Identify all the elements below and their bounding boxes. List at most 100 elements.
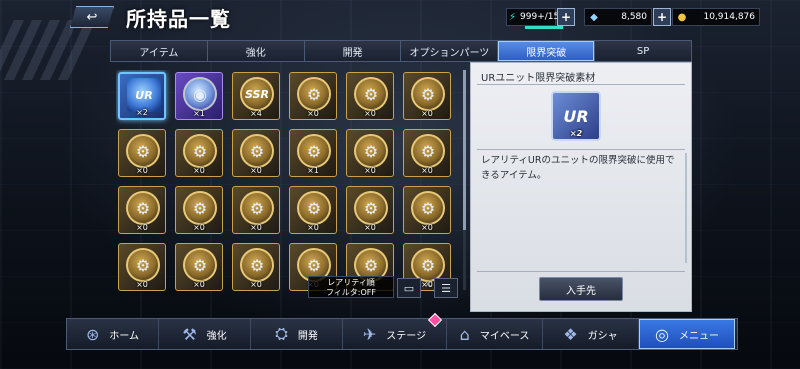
item-slot[interactable]: ⚙×0 [346, 129, 394, 177]
item-emblem-icon: SSR [240, 77, 274, 111]
item-slot[interactable]: ⚙×0 [175, 129, 223, 177]
nav-label: 開発 [297, 330, 318, 342]
item-emblem-icon: ⚙ [183, 191, 217, 225]
tab-develop[interactable]: 開発 [305, 41, 402, 61]
card-view-icon: ▭ [403, 281, 415, 295]
item-emblem-icon: ⚙ [126, 191, 160, 225]
item-emblem-icon: ⚙ [126, 248, 160, 282]
nav-home[interactable]: ⊛ ホーム [67, 319, 159, 349]
nav-develop[interactable]: ⛭ 開発 [251, 319, 343, 349]
item-slot[interactable]: ⚙×0 [232, 243, 280, 291]
item-count: ×0 [307, 109, 319, 118]
item-slot[interactable]: ⚙×0 [232, 129, 280, 177]
nav-stage[interactable]: ✈ ステージ [343, 312, 447, 349]
item-emblem-icon: ⚙ [354, 191, 388, 225]
nav-enhance[interactable]: ⚒ 強化 [159, 319, 251, 349]
item-slot[interactable]: UR ×2 [118, 72, 166, 120]
item-slot[interactable]: ⚙×0 [175, 186, 223, 234]
ur-icon-text: UR [563, 106, 589, 126]
tab-option-parts[interactable]: オプションパーツ [401, 41, 499, 61]
gem-plus-button[interactable]: + [653, 8, 671, 26]
grid-scrollbar-thumb[interactable] [463, 70, 466, 230]
nav-gacha[interactable]: ❖ ガシャ [543, 319, 639, 349]
item-slot[interactable]: ⚙×0 [403, 129, 451, 177]
sort-icon: ☰ [441, 281, 451, 295]
base-icon: ⌂ [459, 324, 470, 344]
tab-enhance[interactable]: 強化 [208, 41, 305, 61]
gacha-icon: ❖ [563, 324, 578, 344]
item-count: ×0 [421, 166, 433, 175]
filter-separator: × [424, 279, 433, 290]
item-count: ×1 [193, 109, 205, 118]
item-emblem-icon: ⚙ [183, 248, 217, 282]
item-slot[interactable]: ◉ ×1 [175, 72, 223, 120]
item-slot[interactable]: ⚙×0 [175, 243, 223, 291]
nav-label: ホーム [109, 330, 140, 342]
item-slot[interactable]: ⚙×0 [346, 186, 394, 234]
item-slot[interactable]: ⚙×0 [403, 186, 451, 234]
gem-counter: ◆ 8,580 + [584, 8, 671, 26]
sort-filter-label[interactable]: レアリティ順 フィルタ:OFF [308, 276, 394, 298]
detail-title: URユニット限界突破素材 [481, 73, 596, 84]
item-count: ×0 [421, 223, 433, 232]
home-icon: ⊛ [85, 324, 100, 344]
category-tabs: アイテム 強化 開発 オプションパーツ 限界突破 SP [110, 40, 692, 62]
sort-button[interactable]: ☰ [434, 278, 458, 298]
enhance-icon: ⚒ [182, 324, 197, 344]
item-emblem-icon: UR [127, 78, 161, 112]
item-emblem-icon: ⚙ [354, 134, 388, 168]
stamina-icon: ⚡ [509, 11, 517, 23]
item-slot[interactable]: SSR ×4 [232, 72, 280, 120]
item-count: ×0 [364, 166, 376, 175]
item-count: ×0 [364, 109, 376, 118]
nav-my-base[interactable]: ⌂ マイベース [447, 319, 543, 349]
coin-icon: ● [677, 11, 687, 23]
nav-label: メニュー [678, 330, 719, 342]
item-slot[interactable]: ⚙×0 [118, 243, 166, 291]
item-count: ×0 [250, 223, 262, 232]
tab-limit-break[interactable]: 限界突破 [498, 41, 596, 61]
item-count: ×1 [307, 166, 319, 175]
stamina-counter: ⚡ 999+/157 + [506, 8, 575, 29]
item-grid: UR ×2 ◉ ×1 SSR ×4 ⚙ ×0 ⚙ ×0 ⚙ ×0 ⚙ ×0 ⚙ ×0 ⚙ ×0 ⚙ ×1 ⚙ ×0 ⚙ ×0 ⚙… [116, 70, 460, 298]
nav-label: ステージ [386, 330, 427, 342]
grid-scrollbar[interactable] [463, 70, 466, 290]
acquisition-source-button[interactable]: 入手先 [539, 277, 623, 301]
item-emblem-icon: ⚙ [183, 134, 217, 168]
detail-description: レアリティURのユニットの限界突破に使用できるアイテム。 [481, 155, 675, 181]
item-slot[interactable]: ⚙×0 [289, 72, 337, 120]
item-slot[interactable]: ⚙×0 [232, 186, 280, 234]
filter-status-text: フィルタ:OFF [325, 288, 377, 297]
item-count: ×2 [136, 108, 148, 117]
item-emblem-icon: ⚙ [411, 134, 445, 168]
item-count: ×4 [250, 109, 262, 118]
back-button[interactable]: ↩ [70, 6, 114, 28]
item-slot[interactable]: ⚙ ×1 [289, 129, 337, 177]
item-emblem-icon: ⚙ [240, 248, 274, 282]
item-count: ×0 [421, 109, 433, 118]
item-slot[interactable]: ⚙×0 [118, 129, 166, 177]
view-toggle-button[interactable]: ▭ [397, 278, 421, 298]
coin-value: 10,914,876 [703, 12, 755, 22]
divider [477, 84, 685, 85]
detail-count: ×2 [569, 129, 583, 138]
page-title: 所持品一覧 [126, 7, 231, 31]
tab-items[interactable]: アイテム [111, 41, 208, 61]
stamina-bar [525, 26, 563, 29]
item-slot[interactable]: ⚙×0 [118, 186, 166, 234]
tab-sp[interactable]: SP [595, 41, 691, 61]
coin-counter: ● 10,914,876 [672, 8, 760, 26]
item-slot[interactable]: ⚙×0 [289, 186, 337, 234]
item-emblem-icon: ⚙ [297, 77, 331, 111]
item-slot[interactable]: ⚙×0 [403, 72, 451, 120]
bottom-navigation: ⊛ ホーム ⚒ 強化 ⛭ 開発 ✈ ステージ ⌂ マイベース ❖ ガシャ ◎ メ… [66, 312, 738, 350]
item-slot[interactable]: ⚙×0 [346, 72, 394, 120]
item-detail-panel: URユニット限界突破素材 UR ×2 レアリティURのユニットの限界突破に使用で… [470, 62, 692, 312]
item-count: ×0 [193, 223, 205, 232]
item-emblem-icon: ⚙ [411, 248, 445, 282]
nav-menu[interactable]: ◎ メニュー [639, 319, 735, 349]
stamina-plus-button[interactable]: + [557, 8, 575, 26]
item-count: ×0 [193, 166, 205, 175]
nav-label: ガシャ [587, 330, 618, 342]
description-scrollbar[interactable] [685, 153, 687, 263]
